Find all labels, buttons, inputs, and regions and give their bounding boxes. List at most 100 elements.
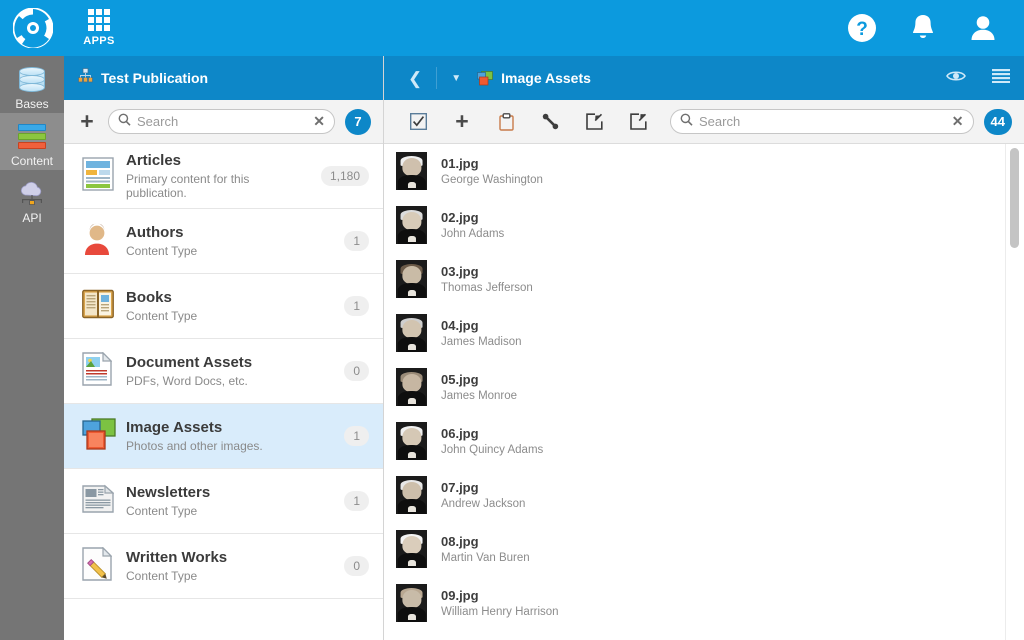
content-type-name: Document Assets [126,353,253,371]
asset-text: 08.jpg Martin Van Buren [441,534,530,564]
plus-icon[interactable]: + [76,110,98,133]
content-type-row[interactable]: Document Assets PDFs, Word Docs, etc. 0 [64,339,383,404]
database-icon [19,65,45,95]
rail-item-content[interactable]: Content [0,113,64,170]
content-type-text: Document Assets PDFs, Word Docs, etc. [126,354,336,389]
content-type-name: Authors [126,223,184,241]
document-image-icon [82,351,113,391]
assets-title: Image Assets [501,70,591,86]
content-type-icon [82,156,126,196]
portrait-thumbnail [396,422,427,460]
assets-list[interactable]: 01.jpg George Washington 02.jpg John Adams 0… [384,144,1024,640]
asset-row[interactable]: 03.jpg Thomas Jefferson [384,252,1024,306]
rail-item-api[interactable]: API [0,170,64,227]
clipboard-icon[interactable] [484,112,528,131]
content-type-row[interactable]: Articles Primary content for this publica… [64,144,383,209]
asset-filename: 06.jpg [441,426,479,442]
assets-header-actions [946,68,1010,88]
content-type-row[interactable]: Books Content Type 1 [64,274,383,339]
content-type-icon [82,289,126,324]
asset-text: 07.jpg Andrew Jackson [441,480,525,510]
clear-x-icon[interactable]: ✕ [952,113,964,130]
content-types-panel: Test Publication + Search ✕ 7 Articles Pr… [64,56,384,640]
assets-search-placeholder: Search [699,114,741,129]
cms-logo-icon[interactable] [0,0,66,56]
import-icon[interactable] [572,113,616,130]
portrait-thumbnail [396,314,427,352]
content-type-text: Newsletters Content Type [126,484,336,519]
assets-scrollbar-thumb[interactable] [1010,148,1019,248]
content-type-row[interactable]: Image Assets Photos and other images. 1 [64,404,383,469]
image-stack-icon [477,70,494,86]
help-circle-icon[interactable]: ? [846,12,878,44]
cloud-api-icon [17,179,47,209]
search-input[interactable]: Search ✕ [108,109,335,134]
content-type-text: Articles Primary content for this publica… [126,152,313,201]
header-divider [436,67,438,89]
content-type-icon [82,222,126,261]
portrait-thumbnail [396,206,427,244]
asset-caption: James Monroe [441,389,518,402]
asset-filename: 03.jpg [441,264,479,280]
content-type-count: 1 [344,426,369,446]
rail-label-content: Content [10,154,54,168]
asset-text: 01.jpg George Washington [441,156,543,186]
asset-row[interactable]: 01.jpg George Washington [384,144,1024,198]
apps-button[interactable]: APPS [66,0,132,56]
asset-caption: James Madison [441,335,522,348]
asset-filename: 07.jpg [441,480,479,496]
content-types-list[interactable]: Articles Primary content for this publica… [64,144,383,640]
content-type-name: Articles [126,151,182,169]
bell-icon[interactable] [908,12,938,44]
asset-row[interactable]: 06.jpg John Quincy Adams [384,414,1024,468]
asset-text: 05.jpg James Monroe [441,372,517,402]
search-icon [118,113,131,131]
chevron-down-icon[interactable]: ▼ [441,73,471,84]
clear-x-icon[interactable]: ✕ [313,113,325,130]
pencil-page-icon [82,546,113,586]
asset-row[interactable]: 02.jpg John Adams [384,198,1024,252]
content-type-description: Content Type [126,504,198,519]
asset-caption: Thomas Jefferson [441,281,533,294]
asset-row[interactable]: 09.jpg William Henry Harrison [384,576,1024,630]
content-type-icon [82,484,126,519]
asset-row[interactable]: 07.jpg Andrew Jackson [384,468,1024,522]
hamburger-menu-icon[interactable] [992,68,1010,88]
select-all-checkbox-icon[interactable] [396,113,440,130]
sitemap-icon [78,68,93,88]
content-bars-icon [18,122,46,152]
chevron-left-icon[interactable]: ❮ [398,70,432,87]
asset-filename: 09.jpg [441,588,479,604]
content-type-count: 1,180 [320,166,369,186]
search-placeholder: Search [137,114,179,129]
rail-label-api: API [22,211,42,225]
asset-filename: 05.jpg [441,372,479,388]
rail-item-bases[interactable]: Bases [0,56,64,113]
content-type-text: Authors Content Type [126,224,336,259]
content-type-row[interactable]: Authors Content Type 1 [64,209,383,274]
content-type-row[interactable]: Newsletters Content Type 1 [64,469,383,534]
asset-text: 09.jpg William Henry Harrison [441,588,559,618]
asset-row[interactable]: 05.jpg James Monroe [384,360,1024,414]
add-item-icon[interactable]: + [440,110,484,133]
content-type-description: Content Type [126,244,198,259]
portrait-thumbnail [396,368,427,406]
assets-scrollbar-track[interactable] [1005,144,1024,640]
link-icon[interactable] [528,113,572,130]
asset-filename: 02.jpg [441,210,479,226]
content-type-count: 1 [344,231,369,251]
export-icon[interactable] [616,113,660,130]
asset-row[interactable]: 08.jpg Martin Van Buren [384,522,1024,576]
newspaper-icon [82,484,115,519]
asset-caption: William Henry Harrison [441,605,559,618]
user-avatar-icon[interactable] [968,12,998,44]
assets-search-input[interactable]: Search ✕ [670,109,974,134]
content-type-row[interactable]: Written Works Content Type 0 [64,534,383,599]
asset-text: 06.jpg John Quincy Adams [441,426,543,456]
content-type-icon [82,417,126,455]
apps-label: APPS [83,35,115,47]
asset-row[interactable]: 04.jpg James Madison [384,306,1024,360]
eye-icon[interactable] [946,69,966,88]
content-type-count: 1 [344,296,369,316]
article-page-icon [82,156,114,196]
